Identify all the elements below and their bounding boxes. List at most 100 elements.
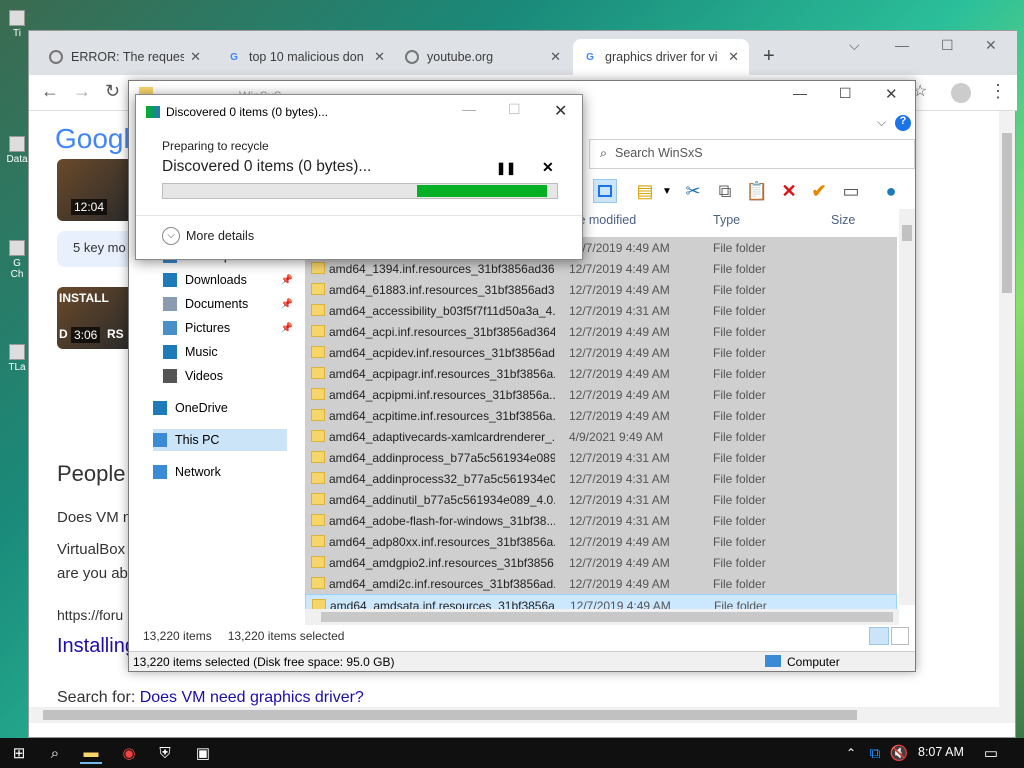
desktop-icon[interactable]: Data: [4, 136, 30, 165]
network-tray-icon[interactable]: ⧉: [864, 742, 886, 764]
column-date-modified[interactable]: te modified: [575, 213, 636, 227]
cancel-icon[interactable]: ✕: [542, 159, 554, 176]
tab-youtube[interactable]: youtube.org ✕: [395, 39, 571, 75]
close-tab-icon[interactable]: ✕: [728, 49, 739, 65]
close-icon[interactable]: ✕: [985, 37, 997, 54]
back-icon[interactable]: ←: [41, 81, 59, 102]
file-row[interactable]: amd64_61883.inf.resources_31bf3856ad3...…: [305, 279, 897, 300]
file-row[interactable]: amd64_amdi2c.inf.resources_31bf3856ad...…: [305, 573, 897, 594]
file-row[interactable]: amd64_acpi.inf.resources_31bf3856ad364..…: [305, 321, 897, 342]
tab-error[interactable]: ERROR: The requeste ✕: [39, 39, 211, 75]
file-row[interactable]: amd64_amdsata.inf.resources_31bf3856a...…: [305, 594, 897, 609]
clock[interactable]: 8:07 AM: [918, 745, 964, 759]
maximize-icon[interactable]: ☐: [839, 85, 852, 102]
close-tab-icon[interactable]: ✕: [190, 49, 201, 65]
tab-graphics-driver[interactable]: G graphics driver for vi ✕: [573, 39, 749, 75]
paste-icon[interactable]: 📋: [745, 179, 769, 203]
close-tab-icon[interactable]: ✕: [550, 49, 561, 65]
scrollbar-thumb[interactable]: [902, 225, 912, 241]
nav-item-network[interactable]: Network: [153, 461, 287, 483]
file-row[interactable]: amd64_adp80xx.inf.resources_31bf3856a...…: [305, 531, 897, 552]
minimize-icon[interactable]: —: [793, 85, 807, 101]
maximize-icon[interactable]: ☐: [941, 37, 954, 54]
file-row[interactable]: amd64_accessibility_b03f5f7f11d50a3a_4..…: [305, 300, 897, 321]
nav-item-documents[interactable]: Documents 📌: [163, 293, 297, 315]
question-text[interactable]: Does VM n: [57, 509, 131, 526]
reload-icon[interactable]: ↻: [105, 81, 120, 102]
nav-item-label: Downloads: [185, 273, 247, 287]
tab-malicious[interactable]: G top 10 malicious don ✕: [217, 39, 395, 75]
file-row[interactable]: amd64_acpipagr.inf.resources_31bf3856a..…: [305, 363, 897, 384]
properties-icon[interactable]: ▤: [633, 179, 657, 203]
file-name: amd64_addinutil_b77a5c561934e089_4.0....: [329, 493, 555, 507]
minimize-icon[interactable]: —: [895, 37, 909, 53]
file-explorer-icon[interactable]: ▬: [80, 742, 102, 764]
close-tab-icon[interactable]: ✕: [374, 49, 385, 65]
file-row[interactable]: amd64_addinprocess_b77a5c561934e089_... 1…: [305, 447, 897, 468]
video-thumbnail[interactable]: INSTALL D RS 3:06: [57, 287, 133, 349]
menu-icon[interactable]: ⋮: [989, 81, 1007, 102]
file-row[interactable]: amd64_acpidev.inf.resources_31bf3856ad..…: [305, 342, 897, 363]
nav-item-onedrive[interactable]: OneDrive: [153, 397, 287, 419]
new-tab-button[interactable]: +: [763, 45, 775, 68]
chevron-down-icon[interactable]: ⌵: [849, 37, 860, 54]
column-type[interactable]: Type: [713, 213, 740, 227]
nav-item-downloads[interactable]: Downloads 📌: [163, 269, 297, 291]
search-box[interactable]: ⌕ Search WinSxS: [589, 139, 915, 169]
vertical-scrollbar[interactable]: [999, 111, 1015, 723]
file-list-hscrollbar[interactable]: [305, 609, 899, 625]
desktop-icon[interactable]: Ti: [4, 10, 30, 39]
folder-icon: [311, 430, 325, 442]
file-row[interactable]: amd64_acpitime.inf.resources_31bf3856a..…: [305, 405, 897, 426]
chrome-icon[interactable]: ◉: [118, 742, 140, 764]
nav-item-videos[interactable]: Videos: [163, 365, 297, 387]
large-icons-view-icon[interactable]: [891, 627, 909, 645]
file-list-vscrollbar[interactable]: [899, 209, 915, 605]
profile-avatar-icon[interactable]: [951, 83, 971, 103]
video-thumbnail[interactable]: 12:04: [57, 159, 133, 221]
globe-icon[interactable]: ●: [879, 179, 903, 203]
view-pane-icon[interactable]: [593, 179, 617, 203]
file-row[interactable]: amd64_addinutil_b77a5c561934e089_4.0....…: [305, 489, 897, 510]
file-row[interactable]: amd64_acpipmi.inf.resources_31bf3856a...…: [305, 384, 897, 405]
more-details-button[interactable]: ⌵ More details: [162, 227, 254, 245]
scrollbar-thumb[interactable]: [43, 710, 857, 720]
security-icon[interactable]: ⛨: [154, 742, 176, 764]
checkmark-icon[interactable]: ✔: [807, 179, 831, 203]
chevron-up-icon[interactable]: ⌃: [840, 742, 862, 764]
app-icon[interactable]: ▣: [192, 742, 214, 764]
file-row[interactable]: amd64_adobe-flash-for-windows_31bf38... 1…: [305, 510, 897, 531]
chevron-down-icon[interactable]: ⌵: [877, 115, 886, 130]
forward-icon[interactable]: →: [73, 81, 91, 102]
windows-start-icon[interactable]: ⊞: [8, 742, 30, 764]
cut-icon[interactable]: ✂: [681, 179, 705, 203]
close-icon[interactable]: ✕: [554, 101, 567, 121]
file-row[interactable]: amd64_1394.inf.resources_31bf3856ad36...…: [305, 258, 897, 279]
rename-icon[interactable]: ▭: [839, 179, 863, 203]
desktop-icon[interactable]: G Ch: [4, 240, 30, 280]
scrollbar-thumb[interactable]: [321, 612, 893, 622]
details-view-icon[interactable]: [869, 627, 889, 645]
file-row[interactable]: amd64_addinprocess32_b77a5c561934e0... 12…: [305, 468, 897, 489]
nav-item-pictures[interactable]: Pictures 📌: [163, 317, 297, 339]
result-link[interactable]: Installing: [57, 635, 136, 658]
desktop-icon[interactable]: TLa: [4, 344, 30, 373]
copy-icon[interactable]: ⧉: [713, 179, 737, 203]
column-size[interactable]: Size: [831, 213, 855, 227]
pause-icon[interactable]: ❚❚: [496, 161, 516, 175]
notifications-icon[interactable]: ▭: [980, 742, 1002, 764]
volume-muted-icon[interactable]: 🔇: [888, 742, 910, 764]
search-icon[interactable]: ⌕: [44, 742, 66, 764]
nav-item-music[interactable]: Music: [163, 341, 297, 363]
file-row[interactable]: amd64_adaptivecards-xamlcardrenderer_...…: [305, 426, 897, 447]
nav-item-this-pc[interactable]: This PC: [153, 429, 287, 451]
key-moments-chip[interactable]: 5 key mo: [57, 231, 137, 267]
dropdown-icon[interactable]: ▼: [655, 179, 679, 203]
close-icon[interactable]: ✕: [885, 85, 898, 103]
horizontal-scrollbar[interactable]: [29, 707, 1001, 723]
delete-icon[interactable]: ✕: [777, 179, 801, 203]
file-row[interactable]: amd64_amdgpio2.inf.resources_31bf3856...…: [305, 552, 897, 573]
scrollbar-thumb[interactable]: [1002, 133, 1012, 293]
help-icon[interactable]: ?: [895, 115, 911, 131]
search-for-link[interactable]: Does VM need graphics driver?: [140, 689, 364, 706]
